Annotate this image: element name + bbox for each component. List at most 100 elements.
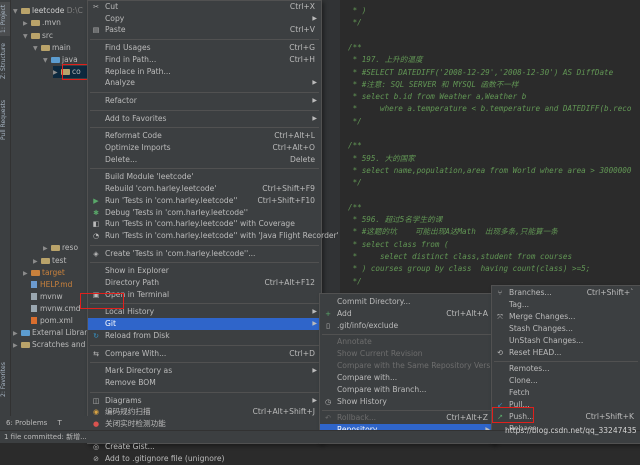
folder-icon	[41, 45, 50, 51]
scissors-icon: ✂	[93, 3, 99, 11]
menu-item-refactor[interactable]: Refactor ▶	[88, 95, 321, 107]
menu-item-show-history[interactable]: ◷ Show History	[320, 396, 494, 408]
menu-item-reformat-code[interactable]: Reformat Code Ctrl+Alt+L	[88, 130, 321, 142]
code-line: /**	[348, 141, 362, 151]
menu-item-git[interactable]: Git ▶	[88, 318, 321, 331]
menu-item-analyze[interactable]: Analyze ▶	[88, 77, 321, 89]
menu-item-add[interactable]: + Add Ctrl+Alt+A	[320, 308, 494, 320]
pull-requests-tool-tab[interactable]: Pull Requests	[0, 98, 10, 142]
menu-item-shortcut: Ctrl+Shift+F9	[262, 184, 315, 194]
menu-item-unstash-changes[interactable]: UnStash Changes...	[492, 335, 640, 347]
menu-item-label: Optimize Imports	[105, 143, 171, 152]
bottom-tool-tabs: 6: Problems T	[0, 416, 90, 430]
menu-item-shortcut: Ctrl+Alt+F12	[264, 278, 315, 287]
menu-item-reset-head[interactable]: ⟲ Reset HEAD...	[492, 347, 640, 359]
problems-tab[interactable]: 6: Problems	[6, 419, 47, 427]
tree-item-mvnw-cmd[interactable]: mvnw.cmd	[31, 303, 81, 315]
tree-item-src[interactable]: ▼ src	[23, 30, 53, 42]
menu-item-label: Remotes...	[509, 364, 550, 373]
watermark: https://blog.csdn.net/qq_33247435	[505, 426, 637, 435]
menu-item-cut[interactable]: ✂ Cut Ctrl+X	[88, 1, 321, 13]
menu-item-label: Remove BOM	[105, 377, 156, 387]
rollback-icon: ↶	[325, 414, 331, 422]
menu-item-debug-tests-in-com-harley-leetcode[interactable]: ✱ Debug 'Tests in 'com.harley.leetcode''	[88, 207, 321, 219]
menu-item-directory-path[interactable]: Directory Path Ctrl+Alt+F12	[88, 277, 321, 289]
submenu-arrow-icon: ▶	[312, 396, 317, 404]
project-tool-tab[interactable]: 1: Project	[0, 2, 10, 36]
menu-item-rollback: ↶ Rollback... Ctrl+Alt+Z	[320, 412, 494, 424]
menu-item-reload-from-disk[interactable]: ↻ Reload from Disk	[88, 330, 321, 342]
tree-item-scratches[interactable]: ▶ Scratches and	[13, 339, 85, 351]
menu-item-item[interactable]: ● 关闭实时检测功能	[88, 418, 321, 430]
menu-item-commit-directory[interactable]: Commit Directory...	[320, 296, 494, 308]
library-icon	[21, 330, 30, 336]
menu-item-remove-bom[interactable]: Remove BOM	[88, 377, 321, 389]
menu-item-merge-changes[interactable]: ⤧ Merge Changes...	[492, 311, 640, 323]
menu-item-label: Rollback...	[337, 413, 377, 422]
favorites-tool-tab[interactable]: 2: Favorites	[0, 360, 10, 400]
menu-item-diagrams[interactable]: ◫ Diagrams ▶	[88, 395, 321, 407]
menu-item-compare-with[interactable]: ⇆ Compare With... Ctrl+D	[88, 348, 321, 360]
menu-item-label: UnStash Changes...	[509, 336, 584, 345]
menu-item-create-gist[interactable]: ◎ Create Gist...	[88, 441, 321, 453]
tree-item-mvnw[interactable]: mvnw	[31, 291, 63, 303]
menu-item-build-module-leetcode[interactable]: Build Module 'leetcode'	[88, 171, 321, 183]
menu-item-copy[interactable]: Copy ▶	[88, 13, 321, 25]
project-tree[interactable]: ▼ leetcode D:\C ▶ .mvn ▼ src ▼ main ▼ java ▶ c…	[11, 0, 87, 416]
structure-tool-tab[interactable]: Z: Structure	[0, 40, 10, 82]
code-line: */	[348, 276, 362, 286]
tree-item-root[interactable]: ▼ leetcode D:\C	[13, 5, 83, 17]
menu-item-compare-with[interactable]: Compare with...	[320, 372, 494, 384]
menu-item-add-to-favorites[interactable]: Add to Favorites ▶	[88, 113, 321, 125]
menu-item-add-to-gitignore-file-unignore[interactable]: ⊘ Add to .gitignore file (unignore)	[88, 453, 321, 465]
menu-item-tag[interactable]: Tag...	[492, 299, 640, 311]
terminal-tab[interactable]: T	[58, 419, 62, 427]
menu-item-mark-directory-as[interactable]: Mark Directory as ▶	[88, 365, 321, 377]
menu-item-run-tests-in-com-harley-leetcode-with-coverage[interactable]: ◧ Run 'Tests in 'com.harley.leetcode'' wi…	[88, 218, 321, 230]
menu-item-replace-in-path[interactable]: Replace in Path...	[88, 66, 321, 78]
history-icon: ◷	[324, 398, 332, 406]
tree-item-test[interactable]: ▶ test	[33, 255, 66, 267]
menu-item-rebuild-com-harley-leetcode[interactable]: Rebuild 'com.harley.leetcode' Ctrl+Shift+…	[88, 183, 321, 195]
tree-item-help[interactable]: HELP.md	[31, 279, 72, 291]
menu-item-compare-with-branch[interactable]: Compare with Branch...	[320, 384, 494, 396]
menu-item-label: Stash Changes...	[509, 324, 573, 333]
tree-item-main[interactable]: ▼ main	[33, 42, 71, 54]
menu-item-label: Compare with the Same Repository Version	[337, 361, 502, 370]
tree-item-resources[interactable]: ▶ reso	[43, 242, 78, 254]
menu-item-shortcut: Ctrl+G	[289, 43, 315, 53]
menu-item-branches[interactable]: ⑂ Branches... Ctrl+Shift+`	[492, 287, 640, 299]
menu-item-remotes[interactable]: Remotes...	[492, 363, 640, 375]
menu-item-label: Cut	[105, 2, 119, 11]
menu-item-optimize-imports[interactable]: Optimize Imports Ctrl+Alt+O	[88, 142, 321, 154]
menu-item-find-usages[interactable]: Find Usages Ctrl+G	[88, 42, 321, 54]
maven-file-icon	[31, 317, 37, 324]
tree-item-pom[interactable]: pom.xml	[31, 315, 73, 327]
menu-item-label: Compare with...	[337, 373, 398, 382]
highlight-box-push	[492, 407, 534, 423]
menu-item-paste[interactable]: ▤ Paste Ctrl+V	[88, 24, 321, 36]
menu-item-label: Run 'Tests in 'com.harley.leetcode'' wit…	[105, 230, 339, 240]
menu-item-run-tests-in-com-harley-leetcode-with-java-flight-recorder[interactable]: ◔ Run 'Tests in 'com.harley.leetcode'' wi…	[88, 230, 339, 242]
diagram-icon: ◫	[92, 396, 100, 405]
menu-item-clone[interactable]: Clone...	[492, 375, 640, 387]
menu-item-find-in-path[interactable]: Find in Path... Ctrl+H	[88, 54, 321, 66]
git-submenu: Commit Directory... + Add Ctrl+Alt+A ▯ .git/i…	[319, 293, 502, 444]
menu-item-git-info-exclude[interactable]: ▯ .git/info/exclude	[320, 320, 494, 332]
menu-separator	[90, 262, 319, 264]
menu-item-label: Build Module 'leetcode'	[105, 172, 194, 182]
detect-icon: ●	[92, 420, 100, 428]
tree-item-target[interactable]: ▶ target	[23, 267, 65, 279]
menu-item-show-in-explorer[interactable]: Show in Explorer	[88, 265, 321, 277]
menu-item-delete[interactable]: Delete... Delete	[88, 154, 321, 166]
menu-item-run-tests-in-com-harley-leetcode[interactable]: ▶ Run 'Tests in 'com.harley.leetcode'' Ctr…	[88, 195, 321, 207]
menu-item-create-tests-in-com-harley-leetcode[interactable]: ◈ Create 'Tests in 'com.harley.leetcode''…	[88, 248, 321, 260]
code-line: * select b.id from Weather a,Weather b	[348, 92, 527, 102]
menu-item-item[interactable]: ◉ 编码规约扫描 Ctrl+Alt+Shift+J	[88, 406, 321, 418]
menu-item-fetch[interactable]: Fetch	[492, 387, 640, 399]
menu-item-stash-changes[interactable]: Stash Changes...	[492, 323, 640, 335]
menu-item-shortcut: Ctrl+X	[289, 2, 315, 11]
tree-item-mvn[interactable]: ▶ .mvn	[23, 17, 61, 29]
tree-item-external-libraries[interactable]: ▶ External Librar	[13, 327, 87, 339]
menu-item-label: Copy	[105, 13, 125, 23]
